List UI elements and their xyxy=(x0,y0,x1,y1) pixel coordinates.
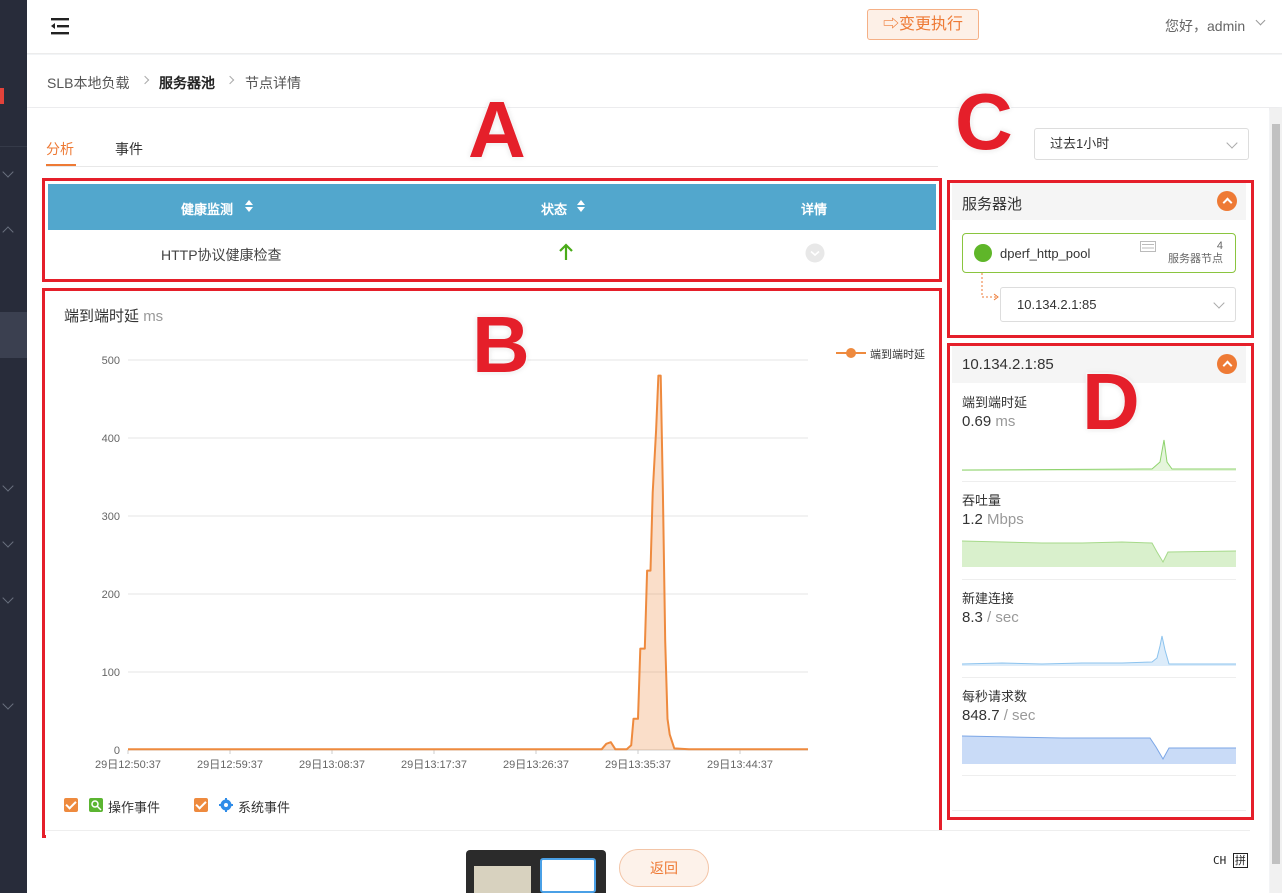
user-menu-chevron-icon[interactable] xyxy=(1255,15,1266,26)
annotation-box-a xyxy=(42,178,942,282)
breadcrumb-separator-icon xyxy=(225,75,235,85)
sidebar-expand-icon[interactable] xyxy=(2,698,14,710)
sidebar-expand-icon[interactable] xyxy=(2,592,14,604)
thumbnail-document[interactable] xyxy=(474,866,531,893)
breadcrumb-item-pool[interactable]: 服务器池 xyxy=(159,73,215,93)
breadcrumb-item-node-detail: 节点详情 xyxy=(245,75,301,91)
sidebar-expand-icon[interactable] xyxy=(2,480,14,492)
sidebar-divider xyxy=(0,146,27,147)
back-button[interactable]: 返回 xyxy=(619,849,709,887)
annotation-letter-c: C xyxy=(954,77,1015,166)
menu-fold-icon[interactable] xyxy=(49,16,71,36)
annotation-letter-d: D xyxy=(1081,357,1142,446)
sidebar-expand-icon[interactable] xyxy=(2,536,14,548)
ime-mode: CH xyxy=(1213,854,1227,867)
annotation-letter-a: A xyxy=(467,85,528,174)
annotation-letter-b: B xyxy=(471,300,532,389)
page-scrollbar[interactable] xyxy=(1270,108,1282,893)
window-thumbnails[interactable] xyxy=(466,850,606,893)
sidebar-item-active[interactable] xyxy=(0,312,27,358)
breadcrumb-separator-icon xyxy=(140,75,150,85)
thumbnail-browser[interactable] xyxy=(540,858,596,893)
tab-events[interactable]: 事件 xyxy=(115,139,143,159)
sidebar-logo-mark xyxy=(0,88,4,104)
annotation-box-c xyxy=(947,180,1254,338)
ime-indicator[interactable]: CH 拼 xyxy=(1205,849,1255,873)
sidebar-expand-icon[interactable] xyxy=(2,166,14,178)
ime-input-icon: 拼 xyxy=(1232,853,1248,868)
sidebar-collapse-icon[interactable] xyxy=(2,226,14,238)
left-nav-sidebar xyxy=(0,0,27,893)
tab-analysis[interactable]: 分析 xyxy=(46,139,74,159)
scrollbar-thumb[interactable] xyxy=(1272,124,1280,864)
breadcrumb-item-slb[interactable]: SLB本地负载 xyxy=(47,73,129,93)
